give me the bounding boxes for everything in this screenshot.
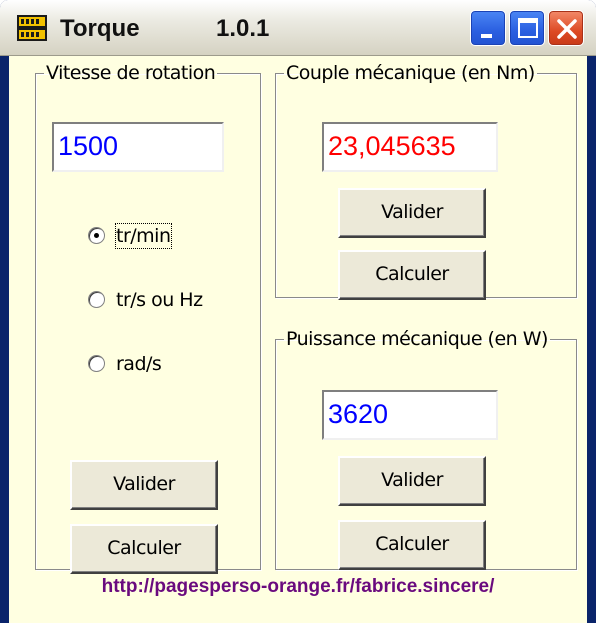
maximize-icon <box>518 18 538 38</box>
app-window: Torque 1.0.1 Vitesse de rotation 1500 tr… <box>0 0 596 623</box>
torque-compute-button[interactable]: Calculer <box>338 250 486 300</box>
close-button[interactable] <box>548 10 584 46</box>
torque-group: Couple mécanique (en Nm) 23,045635 Valid… <box>275 62 577 300</box>
app-icon <box>17 15 47 41</box>
torque-input[interactable]: 23,045635 <box>322 122 498 172</box>
power-validate-button[interactable]: Valider <box>338 456 486 506</box>
radio-button-rad-s[interactable] <box>88 355 105 372</box>
window-version: 1.0.1 <box>216 15 270 42</box>
radio-button-tr-min[interactable] <box>88 227 105 244</box>
power-compute-button[interactable]: Calculer <box>338 520 486 570</box>
close-icon <box>557 19 577 39</box>
speed-group: Vitesse de rotation 1500 tr/min tr/s ou … <box>35 62 261 574</box>
speed-group-legend: Vitesse de rotation <box>46 62 216 84</box>
speed-validate-button[interactable]: Valider <box>70 460 218 510</box>
speed-input[interactable]: 1500 <box>52 122 224 172</box>
radio-button-tr-s-hz[interactable] <box>88 291 105 308</box>
minimize-icon <box>481 34 492 38</box>
author-url-link[interactable]: http://pagesperso-orange.fr/fabrice.sinc… <box>9 576 587 598</box>
window-title: Torque <box>60 15 140 42</box>
minimize-button[interactable] <box>470 10 506 46</box>
torque-group-legend: Couple mécanique (en Nm) <box>286 62 535 84</box>
power-input[interactable]: 3620 <box>322 390 498 440</box>
radio-label-tr-s-hz: tr/s ou Hz <box>116 289 203 311</box>
radio-selected-dot <box>94 233 99 238</box>
power-group: Puissance mécanique (en W) 3620 Valider … <box>275 328 577 570</box>
maximize-button[interactable] <box>509 10 545 46</box>
radio-label-rad-s: rad/s <box>116 353 162 375</box>
client-area: Vitesse de rotation 1500 tr/min tr/s ou … <box>6 56 590 623</box>
title-bar[interactable]: Torque 1.0.1 <box>0 0 596 56</box>
power-group-legend: Puissance mécanique (en W) <box>286 328 548 350</box>
radio-label-tr-min: tr/min <box>115 223 172 249</box>
speed-compute-button[interactable]: Calculer <box>70 524 218 574</box>
torque-validate-button[interactable]: Valider <box>338 188 486 238</box>
